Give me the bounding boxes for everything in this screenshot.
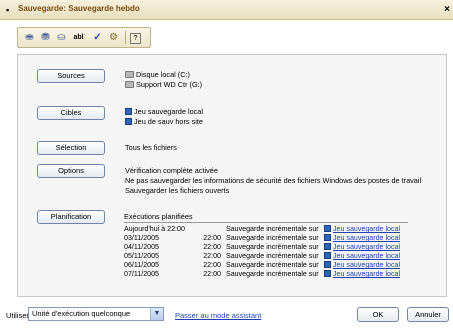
schedule-row: 05/11/2005 22:00 Sauvegarde incrémentale… <box>124 252 401 261</box>
selection-button[interactable]: Sélection <box>37 141 105 155</box>
executor-value: Unité d'exécution quelconque <box>32 309 131 318</box>
assistant-mode-link[interactable]: Passer au mode assistant <box>175 311 261 320</box>
app-icon: ▪ <box>6 5 10 15</box>
backup-set-icon <box>324 270 331 277</box>
target-link[interactable]: Jeu sauvegarde local <box>324 270 400 279</box>
target-link[interactable]: Jeu sauvegarde local <box>324 252 400 261</box>
schedule-row: 06/11/2005 22:00 Sauvegarde incrémentale… <box>124 261 401 270</box>
cancel-button[interactable]: Annuler <box>407 307 449 322</box>
chevron-down-icon[interactable]: ▼ <box>150 308 163 320</box>
header-divider <box>124 222 408 223</box>
source-item: Support WD Ctr (G:) <box>125 80 202 90</box>
schedule-row: Aujourd'hui à 22:00 Sauvegarde incrément… <box>124 225 401 234</box>
selection-text: Tous les fichiers <box>125 143 177 152</box>
settings-icon[interactable]: ⚙ <box>106 30 121 45</box>
drive-icon <box>125 81 134 88</box>
sources-button[interactable]: Sources <box>37 69 105 83</box>
schedule-row: 07/11/2005 22:00 Sauvegarde incrémentale… <box>124 270 401 279</box>
toolbar-separator <box>125 31 126 44</box>
toolbar: ⛂ ⛃ ⛀ abl ✓ ⚙ ? <box>17 27 151 48</box>
backup-set-icon <box>125 108 132 115</box>
ok-button[interactable]: OK <box>357 307 399 322</box>
schedule-button[interactable]: Planification <box>37 210 105 224</box>
backup-icon[interactable]: ⛂ <box>22 30 37 45</box>
target-item: Jeu de sauv hors site <box>125 117 203 127</box>
backup-set-icon <box>324 225 331 232</box>
schedule-row: 04/11/2005 22:00 Sauvegarde incrémentale… <box>124 243 401 252</box>
backup-set-icon <box>324 243 331 250</box>
schedule-row: 03/11/2005 22:00 Sauvegarde incrémentale… <box>124 234 401 243</box>
use-label: Utiliser <box>6 311 29 320</box>
help-icon[interactable]: ? <box>130 33 141 44</box>
targets-button[interactable]: Cibles <box>37 106 105 120</box>
target-link[interactable]: Jeu sauvegarde local <box>324 243 400 252</box>
backup-set-icon <box>324 261 331 268</box>
target-link[interactable]: Jeu sauvegarde local <box>324 234 400 243</box>
executor-select[interactable]: Unité d'exécution quelconque ▼ <box>28 307 164 321</box>
backup-set-icon <box>324 252 331 259</box>
option-line: Vérification complète activée <box>125 166 218 175</box>
option-line: Sauvegarder les fichiers ouverts <box>125 186 230 195</box>
option-line: Ne pas sauvegarder les informations de s… <box>125 176 422 185</box>
drive-icon <box>125 71 134 78</box>
restore-icon[interactable]: ⛃ <box>38 30 53 45</box>
options-button[interactable]: Options <box>37 164 105 178</box>
source-item: Disque local (C:) <box>125 70 190 80</box>
target-item: Jeu sauvegarde local <box>125 107 203 117</box>
backup-set-icon <box>324 234 331 241</box>
target-link[interactable]: Jeu sauvegarde local <box>324 225 400 234</box>
title-bar: ▪ Sauvegarde: Sauvegarde hebdo × <box>0 0 453 20</box>
target-link[interactable]: Jeu sauvegarde local <box>324 261 400 270</box>
check-icon[interactable]: ✓ <box>90 30 105 45</box>
copy-icon[interactable]: ⛀ <box>54 30 69 45</box>
scheduled-runs-header: Exécutions planifiées <box>124 212 193 221</box>
backup-set-icon <box>125 118 132 125</box>
window-title: Sauvegarde: Sauvegarde hebdo <box>18 4 140 13</box>
text-field-icon[interactable]: abl <box>71 30 86 45</box>
close-icon[interactable]: × <box>441 3 453 17</box>
